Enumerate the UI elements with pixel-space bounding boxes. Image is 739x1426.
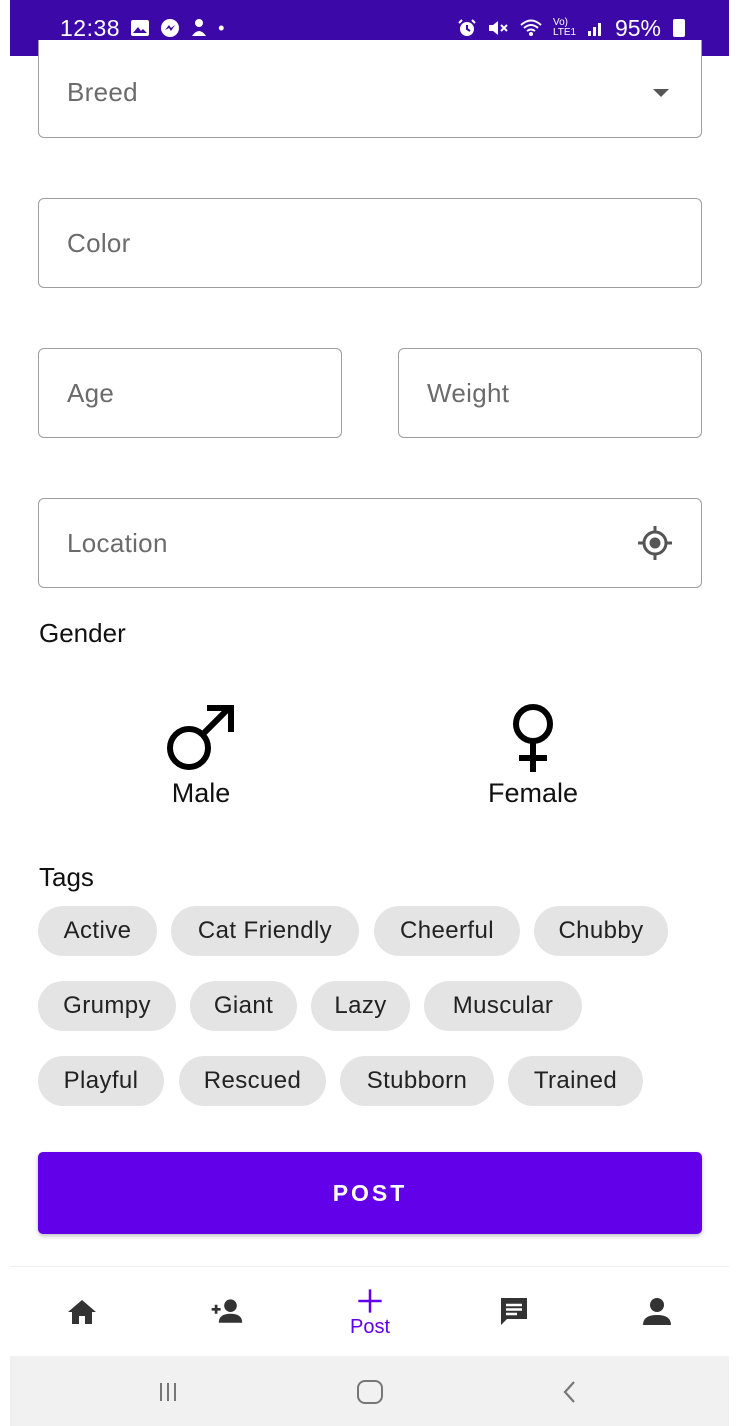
female-symbol-icon xyxy=(513,704,553,772)
weight-label: Weight xyxy=(427,377,510,408)
app-icon xyxy=(192,19,207,36)
age-label: Age xyxy=(67,377,115,408)
home-icon xyxy=(68,1300,96,1324)
female-label: Female xyxy=(487,778,579,808)
person-icon xyxy=(643,1298,671,1325)
nav-item-home[interactable] xyxy=(32,1267,132,1357)
gender-male-option[interactable]: Male xyxy=(101,700,301,815)
mute-icon xyxy=(488,21,508,35)
color-label: Color xyxy=(67,227,131,258)
nav-item-messages[interactable] xyxy=(464,1267,564,1357)
age-input[interactable]: Age xyxy=(38,348,342,438)
wifi-icon xyxy=(520,19,542,36)
recent-apps-icon xyxy=(160,1383,176,1401)
nav-item-add-friend[interactable] xyxy=(176,1267,276,1357)
tag-chip-playful[interactable]: Playful xyxy=(38,1056,164,1106)
status-left: 12:38 • xyxy=(60,15,224,42)
breed-label: Breed xyxy=(67,77,138,107)
gender-section-label: Gender xyxy=(39,618,126,648)
male-label: Male xyxy=(171,778,231,808)
back-icon xyxy=(563,1381,575,1403)
dropdown-arrow-icon xyxy=(653,88,669,97)
chat-icon xyxy=(501,1298,527,1325)
status-right: Vo) LTE1 95% xyxy=(457,15,685,42)
system-navigation-bar xyxy=(10,1356,729,1426)
home-button-icon xyxy=(357,1380,383,1404)
location-label: Location xyxy=(67,527,168,558)
location-input[interactable]: Location xyxy=(38,498,702,588)
battery-icon xyxy=(673,19,685,37)
status-time: 12:38 xyxy=(60,14,121,41)
tag-chip-trained[interactable]: Trained xyxy=(508,1056,643,1106)
my-location-icon[interactable] xyxy=(635,523,675,563)
tag-chip-muscular[interactable]: Muscular xyxy=(424,981,582,1031)
signal-icon xyxy=(587,23,601,36)
messenger-icon xyxy=(161,19,180,37)
home-system-button[interactable] xyxy=(340,1374,400,1410)
post-button[interactable]: POST xyxy=(38,1152,702,1234)
tag-chip-cat-friendly[interactable]: Cat Friendly xyxy=(171,906,359,956)
nav-post-label: Post xyxy=(349,1315,391,1338)
battery-percent: 95% xyxy=(614,14,661,41)
plus-icon xyxy=(358,1288,382,1313)
gender-female-option[interactable]: Female xyxy=(433,700,633,815)
bottom-navigation: Post xyxy=(10,1266,729,1356)
breed-dropdown[interactable]: Breed xyxy=(38,40,702,138)
volte-icon: Vo) LTE1 xyxy=(552,17,577,38)
recent-apps-button[interactable] xyxy=(138,1374,198,1410)
alarm-icon xyxy=(458,19,476,36)
dot-icon: • xyxy=(218,18,225,38)
tag-chip-grumpy[interactable]: Grumpy xyxy=(38,981,176,1031)
weight-input[interactable]: Weight xyxy=(398,348,702,438)
add-person-icon xyxy=(211,1299,243,1323)
gallery-icon xyxy=(131,20,150,36)
tag-chip-stubborn[interactable]: Stubborn xyxy=(340,1056,494,1106)
tag-chip-giant[interactable]: Giant xyxy=(190,981,297,1031)
color-input[interactable]: Color xyxy=(38,198,702,288)
back-system-button[interactable] xyxy=(540,1374,600,1410)
male-symbol-icon xyxy=(167,705,234,770)
tag-chip-rescued[interactable]: Rescued xyxy=(179,1056,326,1106)
tag-chip-cheerful[interactable]: Cheerful xyxy=(374,906,520,956)
tags-section-label: Tags xyxy=(39,862,94,892)
nav-item-post[interactable]: Post xyxy=(320,1267,420,1357)
tag-chip-active[interactable]: Active xyxy=(38,906,157,956)
tag-chip-chubby[interactable]: Chubby xyxy=(534,906,668,956)
tag-chip-lazy[interactable]: Lazy xyxy=(311,981,410,1031)
nav-item-profile[interactable] xyxy=(607,1267,707,1357)
